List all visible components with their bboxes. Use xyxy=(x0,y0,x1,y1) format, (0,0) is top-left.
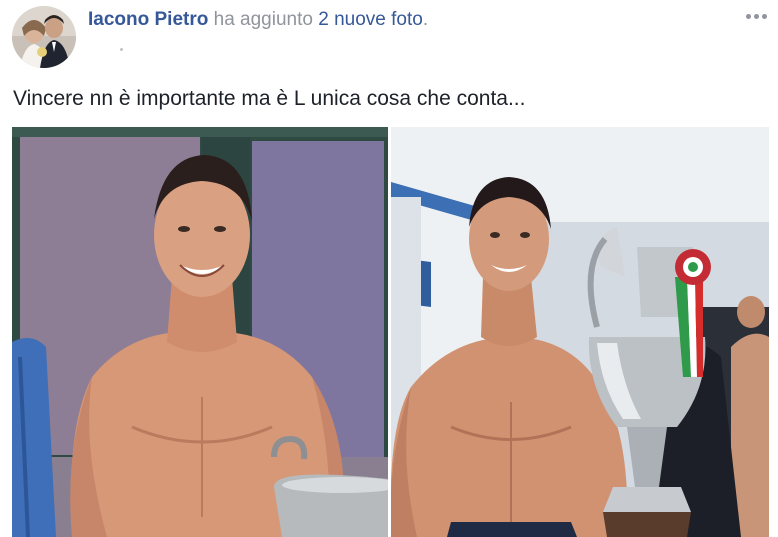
post-photo-2[interactable] xyxy=(391,127,769,537)
audience-dot xyxy=(120,48,123,51)
more-options-button[interactable] xyxy=(742,6,770,26)
more-horizontal-icon xyxy=(745,13,751,19)
more-horizontal-icon xyxy=(753,13,759,19)
more-horizontal-icon xyxy=(761,13,767,19)
post-header: Iacono Pietro ha aggiunto 2 nuove foto. xyxy=(88,9,428,31)
author-name-link[interactable]: Iacono Pietro xyxy=(88,9,208,30)
header-punct: . xyxy=(422,9,429,30)
author-avatar[interactable] xyxy=(12,6,76,68)
action-prefix: ha aggiunto xyxy=(213,9,313,30)
photo-count[interactable]: 2 xyxy=(318,9,329,30)
post-caption: Vincere nn è importante ma è L unica cos… xyxy=(13,87,526,110)
new-photos-link[interactable]: nuove foto xyxy=(334,9,423,30)
feed-post: Iacono Pietro ha aggiunto 2 nuove foto. … xyxy=(0,0,778,537)
post-photo-1[interactable] xyxy=(12,127,388,537)
